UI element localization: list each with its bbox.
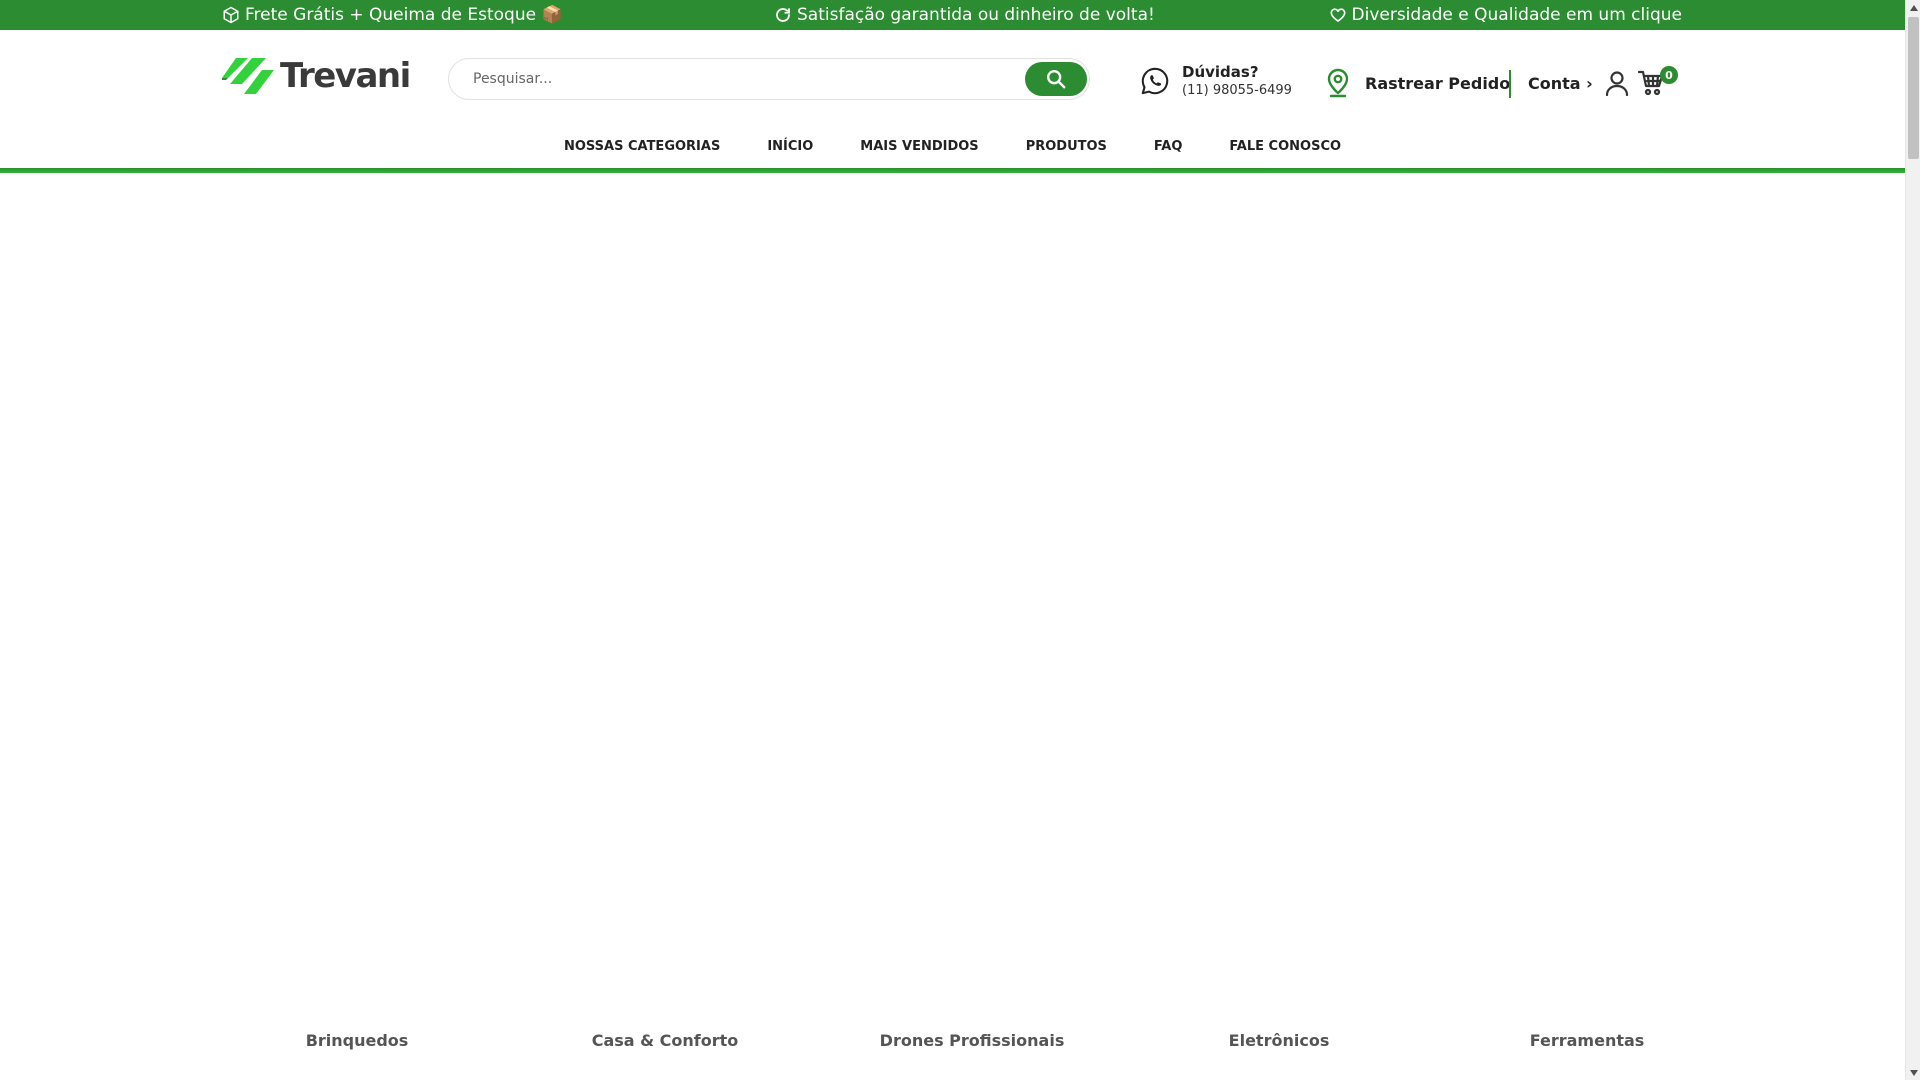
nav-item-contact[interactable]: FALE CONOSCO: [1229, 134, 1341, 160]
track-order-link[interactable]: Rastrear Pedido: [1325, 68, 1510, 98]
logo-wordmark: Trevani: [280, 56, 411, 96]
box-icon: [223, 6, 239, 24]
announcement-text: Diversidade e Qualidade em um clique: [1351, 5, 1683, 25]
announcement-text: Satisfação garantida ou dinheiro de volt…: [797, 5, 1155, 25]
logo-mark-icon: [222, 58, 274, 94]
search-bar: [448, 58, 1090, 100]
cart-count-badge: 0: [1660, 66, 1678, 84]
account-label: Conta ›: [1528, 73, 1593, 93]
nav-item-faq[interactable]: FAQ: [1154, 134, 1183, 160]
category-tools[interactable]: Ferramentas: [1530, 1031, 1645, 1050]
help-phone: (11) 98055-6499: [1182, 83, 1292, 98]
announcement-diversity: Diversidade e Qualidade em um clique: [1329, 0, 1683, 30]
scroll-up-button[interactable]: [1906, 0, 1920, 15]
announcement-free-shipping: Frete Grátis + Queima de Estoque 📦: [222, 0, 563, 30]
nav-item-products[interactable]: PRODUTOS: [1026, 134, 1107, 160]
search-icon: [1047, 70, 1066, 89]
category-drones[interactable]: Drones Profissionais: [880, 1031, 1065, 1050]
header-divider: [1509, 70, 1511, 98]
cart-button[interactable]: 0: [1636, 66, 1682, 100]
account-link[interactable]: Conta ›: [1528, 70, 1629, 96]
category-electronics[interactable]: Eletrônicos: [1229, 1031, 1330, 1050]
hero-banner: [0, 173, 1905, 1013]
viewport: Frete Grátis + Queima de Estoque 📦 Satis…: [0, 0, 1905, 1080]
scrollbar[interactable]: [1905, 0, 1920, 1080]
page: Frete Grátis + Queima de Estoque 📦 Satis…: [0, 0, 1920, 1080]
heart-icon: [1329, 8, 1346, 22]
announcement-bar: Frete Grátis + Queima de Estoque 📦 Satis…: [0, 0, 1905, 30]
nav-item-categories[interactable]: NOSSAS CATEGORIAS: [564, 134, 720, 160]
track-order-label: Rastrear Pedido: [1365, 73, 1511, 93]
scroll-down-button[interactable]: [1906, 1065, 1920, 1080]
category-home-comfort[interactable]: Casa & Conforto: [592, 1031, 739, 1050]
chevron-down-icon: [1909, 1069, 1918, 1076]
whatsapp-help[interactable]: Dúvidas? (11) 98055-6499: [1140, 62, 1292, 100]
help-text: Dúvidas? (11) 98055-6499: [1182, 62, 1292, 100]
nav-item-home[interactable]: INÍCIO: [767, 134, 813, 160]
user-icon: [1605, 71, 1628, 96]
help-title: Dúvidas?: [1182, 63, 1259, 81]
scrollbar-thumb[interactable]: [1908, 17, 1919, 159]
category-toys[interactable]: Brinquedos: [306, 1031, 409, 1050]
location-pin-icon: [1327, 68, 1349, 98]
nav-item-best-sellers[interactable]: MAIS VENDIDOS: [860, 134, 978, 160]
announcement-text: Frete Grátis + Queima de Estoque 📦: [245, 5, 563, 25]
chevron-up-icon: [1909, 4, 1918, 11]
refresh-icon: [776, 8, 790, 22]
site-logo[interactable]: Trevani: [222, 56, 411, 96]
main-nav: NOSSAS CATEGORIAS INÍCIO MAIS VENDIDOS P…: [0, 134, 1905, 160]
search-input[interactable]: [473, 59, 1013, 99]
whatsapp-icon: [1141, 67, 1169, 95]
announcement-satisfaction: Satisfação garantida ou dinheiro de volt…: [774, 0, 1155, 30]
search-button[interactable]: [1025, 62, 1087, 96]
